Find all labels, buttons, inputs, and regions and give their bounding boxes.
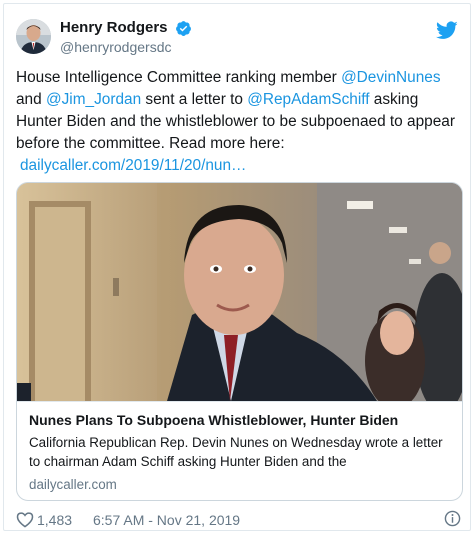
heart-icon[interactable] xyxy=(16,511,34,528)
avatar-photo xyxy=(16,19,51,54)
tweet-text-segment: House Intelligence Committee ranking mem… xyxy=(16,69,342,86)
user-handle[interactable]: @henryrodgersdc xyxy=(60,38,192,56)
avatar[interactable] xyxy=(16,19,51,54)
display-name[interactable]: Henry Rodgers xyxy=(60,18,168,38)
verified-badge-icon xyxy=(176,20,191,36)
link-card[interactable]: Nunes Plans To Subpoena Whistleblower, H… xyxy=(16,182,463,501)
tweet-embed: Henry Rodgers @henryrodgersdc House Inte… xyxy=(3,3,471,531)
mention-rep-adam-schiff[interactable]: @RepAdamSchiff xyxy=(247,91,369,108)
tweet-text-segment: and xyxy=(16,91,46,108)
article-link[interactable]: dailycaller.com/2019/11/20/nun… xyxy=(20,157,246,174)
like-count[interactable]: 1,483 xyxy=(37,512,72,528)
tweet-footer: 1,483 6:57 AM - Nov 21, 2019 xyxy=(16,510,461,530)
card-description[interactable]: California Republican Rep. Devin Nunes o… xyxy=(29,433,450,471)
tweet-text-segment: sent a letter to xyxy=(141,91,248,108)
info-icon[interactable] xyxy=(444,510,461,527)
card-domain[interactable]: dailycaller.com xyxy=(29,475,450,494)
user-info[interactable]: Henry Rodgers @henryrodgersdc xyxy=(60,18,192,56)
card-image[interactable] xyxy=(17,183,462,401)
tweet-text: House Intelligence Committee ranking mem… xyxy=(16,67,462,177)
twitter-bird-icon[interactable] xyxy=(436,21,458,40)
mention-devin-nunes[interactable]: @DevinNunes xyxy=(341,69,440,86)
card-body[interactable]: Nunes Plans To Subpoena Whistleblower, H… xyxy=(17,401,462,494)
tweet-timestamp[interactable]: 6:57 AM - Nov 21, 2019 xyxy=(93,512,240,528)
mention-jim-jordan[interactable]: @Jim_Jordan xyxy=(46,91,141,108)
card-title[interactable]: Nunes Plans To Subpoena Whistleblower, H… xyxy=(29,411,450,430)
